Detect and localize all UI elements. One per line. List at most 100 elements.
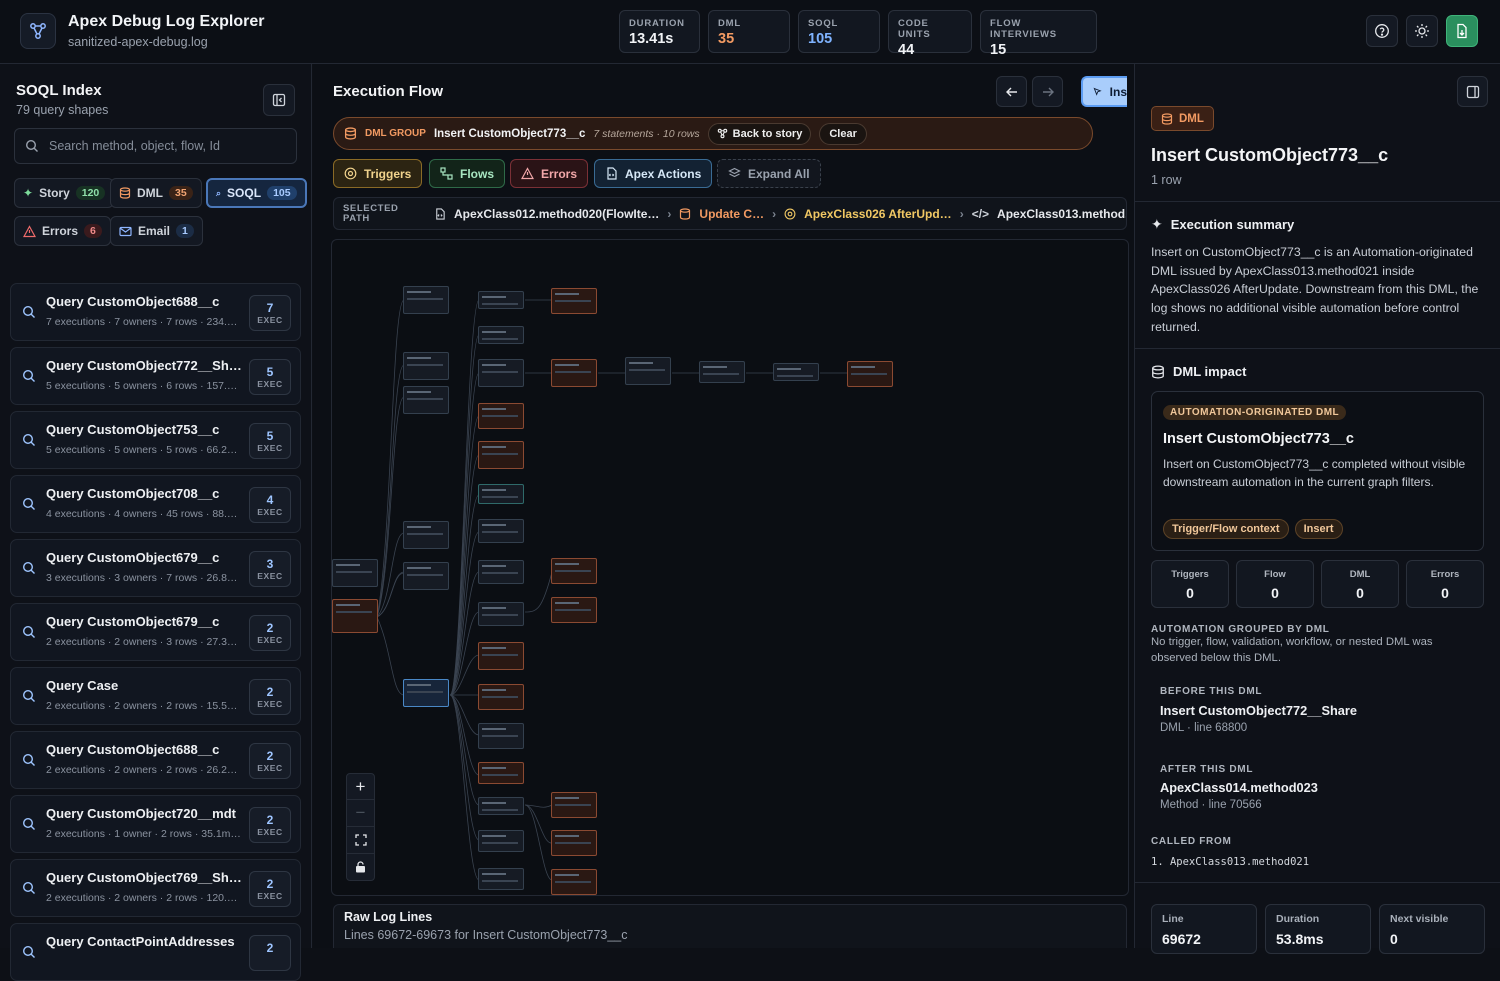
graph-node-dml[interactable]	[551, 830, 597, 856]
filter-email[interactable]: Email 1	[110, 216, 203, 246]
after-name[interactable]: ApexClass014.method023	[1160, 780, 1318, 795]
graph-node[interactable]	[478, 484, 524, 504]
count-label: Flow	[1264, 569, 1286, 580]
graph-node[interactable]	[332, 559, 378, 587]
stat-value: 35	[718, 31, 735, 47]
code-file-icon	[436, 208, 445, 220]
graph-node[interactable]	[403, 521, 449, 549]
query-item[interactable]: Query CustomObject772__Sh… 5 executions …	[10, 347, 301, 405]
graph-node-dml[interactable]	[478, 403, 524, 429]
graph-node[interactable]	[478, 359, 524, 387]
filter-count: 1	[176, 224, 194, 238]
stat-code-units: CODE UNITS 44	[888, 10, 972, 58]
query-item[interactable]: Query CustomObject688__c 2 executions · …	[10, 731, 301, 789]
graph-node-dml[interactable]	[332, 599, 378, 633]
exec-label: EXEC	[257, 315, 283, 325]
graph-node[interactable]	[478, 868, 524, 890]
graph-node[interactable]	[403, 386, 449, 414]
export-button[interactable]	[1446, 15, 1478, 47]
filter-story[interactable]: ✦ Story 120	[14, 178, 115, 208]
graph-node[interactable]	[478, 291, 524, 309]
graph-node-dml[interactable]	[847, 361, 893, 387]
graph-node[interactable]	[478, 830, 524, 852]
graph-node-dml[interactable]	[478, 684, 524, 710]
called-from-item[interactable]: 1. ApexClass013.method021	[1151, 856, 1309, 868]
zoom-in-icon[interactable]: +	[347, 774, 374, 800]
before-name[interactable]: Insert CustomObject772__Share	[1160, 703, 1357, 718]
graph-node[interactable]	[478, 723, 524, 749]
graph-node[interactable]	[478, 560, 524, 584]
collapse-detail-button[interactable]	[1457, 76, 1488, 107]
query-item[interactable]: Query CustomObject708__c 4 executions · …	[10, 475, 301, 533]
search-icon	[22, 305, 35, 318]
back-to-story-label: Back to story	[732, 127, 803, 140]
graph-node-dml[interactable]	[551, 869, 597, 895]
graph-node[interactable]	[403, 286, 449, 314]
graph-node[interactable]	[478, 797, 524, 815]
theme-toggle-button[interactable]	[1406, 15, 1438, 47]
graph-node[interactable]	[478, 602, 524, 626]
clear-button[interactable]: Clear	[819, 122, 867, 145]
query-item[interactable]: Query CustomObject753__c 5 executions · …	[10, 411, 301, 469]
group-meta: 7 statements · 10 rows	[593, 127, 700, 140]
exec-count-badge: 2	[249, 935, 291, 971]
zoom-out-icon[interactable]: −	[347, 800, 374, 827]
filter-soql[interactable]: ⌕ SOQL 105	[206, 178, 307, 208]
expand-all-button[interactable]: Expand All	[717, 159, 821, 188]
exec-count: 2	[266, 749, 274, 763]
graph-node[interactable]	[478, 326, 524, 344]
query-item[interactable]: Query CustomObject688__c 7 executions · …	[10, 283, 301, 341]
breadcrumb-item[interactable]: Update C…	[699, 207, 764, 221]
inspect-button[interactable]: Ins	[1081, 76, 1127, 107]
filter-triggers-button[interactable]: Triggers	[333, 159, 423, 188]
breadcrumb-item[interactable]: ApexClass013.method.	[997, 207, 1126, 221]
lock-button[interactable]	[347, 854, 374, 880]
graph-node[interactable]	[403, 562, 449, 590]
query-meta: 2 executions · 1 owner · 2 rows · 35.1m…	[46, 828, 241, 840]
exec-label: EXEC	[257, 827, 283, 837]
query-item[interactable]: Query Case 2 executions · 2 owners · 2 r…	[10, 667, 301, 725]
collapse-sidebar-button[interactable]	[263, 84, 295, 116]
query-item[interactable]: Query CustomObject679__c 3 executions · …	[10, 539, 301, 597]
database-icon	[119, 187, 131, 199]
graph-node-dml[interactable]	[551, 288, 597, 314]
exec-label: EXEC	[257, 763, 283, 773]
graph-node-dml[interactable]	[551, 792, 597, 818]
graph-node-dml[interactable]	[478, 762, 524, 784]
graph-node[interactable]	[478, 519, 524, 543]
query-name: Query CustomObject688__c	[46, 294, 220, 309]
filter-apex-actions-button[interactable]: Apex Actions	[594, 159, 713, 188]
count-label: DML	[1349, 569, 1371, 580]
graph-node[interactable]	[699, 361, 745, 383]
help-button[interactable]	[1366, 15, 1398, 47]
graph-node-dml[interactable]	[551, 558, 597, 584]
search-input[interactable]: Search method, object, flow, Id	[14, 128, 297, 164]
summary-text: Insert on CustomObject773__c is an Autom…	[1151, 245, 1479, 334]
query-item[interactable]: Query ContactPointAddresses 2	[10, 923, 301, 981]
back-button[interactable]	[996, 76, 1027, 107]
graph-node-dml[interactable]	[551, 359, 597, 387]
search-icon	[22, 881, 35, 894]
graph-node-selected[interactable]	[403, 679, 449, 707]
filter-errors[interactable]: Errors 6	[14, 216, 111, 246]
warning-icon	[521, 167, 534, 180]
graph-node-dml[interactable]	[478, 441, 524, 469]
back-to-story-button[interactable]: Back to story	[707, 122, 812, 145]
database-icon	[1152, 365, 1164, 378]
query-item[interactable]: Query CustomObject769__Sh… 2 executions …	[10, 859, 301, 917]
query-item[interactable]: Query CustomObject720__mdt 2 executions …	[10, 795, 301, 853]
filter-errors-button[interactable]: Errors	[510, 159, 589, 188]
breadcrumb-item[interactable]: ApexClass026 AfterUpd…	[804, 207, 952, 221]
fit-view-button[interactable]	[347, 827, 374, 854]
filter-dml[interactable]: DML 35	[110, 178, 202, 208]
graph-node-dml[interactable]	[551, 597, 597, 623]
graph-node[interactable]	[403, 352, 449, 380]
graph-node[interactable]	[773, 363, 819, 381]
filter-flows-button[interactable]: Flows	[429, 159, 506, 188]
query-item[interactable]: Query CustomObject679__c 2 executions · …	[10, 603, 301, 661]
graph-node[interactable]	[625, 357, 671, 385]
graph-node-dml[interactable]	[478, 642, 524, 670]
breadcrumb-item[interactable]: ApexClass012.method020(FlowIte…	[454, 207, 659, 221]
forward-button[interactable]	[1032, 76, 1063, 107]
flow-graph-canvas[interactable]	[331, 239, 1129, 896]
